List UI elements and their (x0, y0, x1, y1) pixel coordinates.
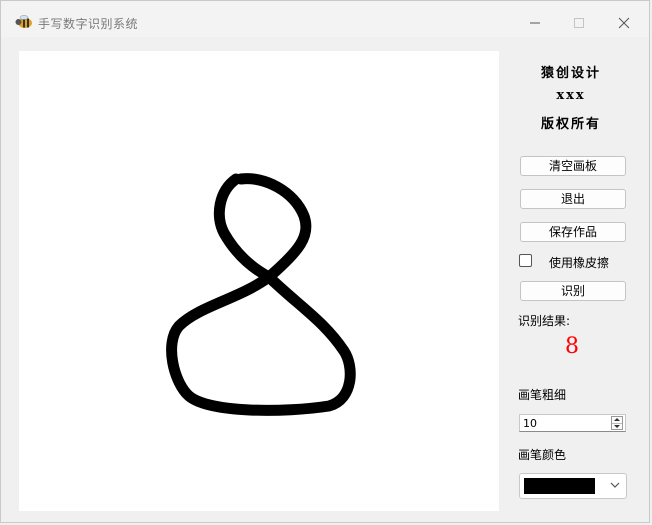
pen-width-value: 10 (523, 417, 537, 430)
eraser-label: 使用橡皮擦 (549, 256, 610, 270)
triangle-down-icon (614, 425, 620, 428)
pen-color-label: 画笔颜色 (518, 448, 567, 462)
credit-line-1: 猿创设计 (540, 66, 601, 81)
recognize-button[interactable]: 识别 (520, 281, 626, 301)
spin-arrows (611, 416, 623, 430)
exit-button[interactable]: 退出 (520, 189, 626, 209)
close-button[interactable] (609, 9, 639, 37)
credit-line-2: xxx (556, 88, 586, 103)
bee-icon (15, 15, 33, 29)
minimize-icon (530, 22, 540, 24)
minimize-button[interactable] (520, 9, 550, 37)
maximize-button[interactable] (564, 9, 594, 37)
triangle-up-icon (614, 418, 620, 421)
title-bar[interactable]: 手写数字识别系统 (1, 1, 649, 37)
window-title: 手写数字识别系统 (38, 17, 139, 31)
app-window: 手写数字识别系统 猿创设计 xxx 版权所有 清空画板 退出 保存作品 使用橡皮… (0, 0, 650, 523)
spin-down-button[interactable] (612, 423, 622, 429)
credit-line-3: 版权所有 (540, 117, 601, 132)
save-work-button[interactable]: 保存作品 (520, 222, 626, 242)
clear-canvas-button[interactable]: 清空画板 (520, 156, 626, 176)
drawing-canvas[interactable] (19, 51, 499, 511)
pen-color-dropdown[interactable] (519, 473, 627, 499)
result-value: 8 (565, 334, 579, 359)
handwritten-stroke (166, 173, 356, 416)
color-swatch (524, 478, 595, 494)
pen-width-label: 画笔粗细 (518, 388, 567, 402)
eraser-checkbox[interactable] (519, 254, 532, 267)
pen-width-spinbox[interactable]: 10 (519, 414, 626, 432)
close-icon (618, 17, 630, 29)
chevron-down-icon (610, 482, 620, 488)
maximize-icon (574, 18, 584, 28)
result-label: 识别结果: (518, 314, 571, 328)
